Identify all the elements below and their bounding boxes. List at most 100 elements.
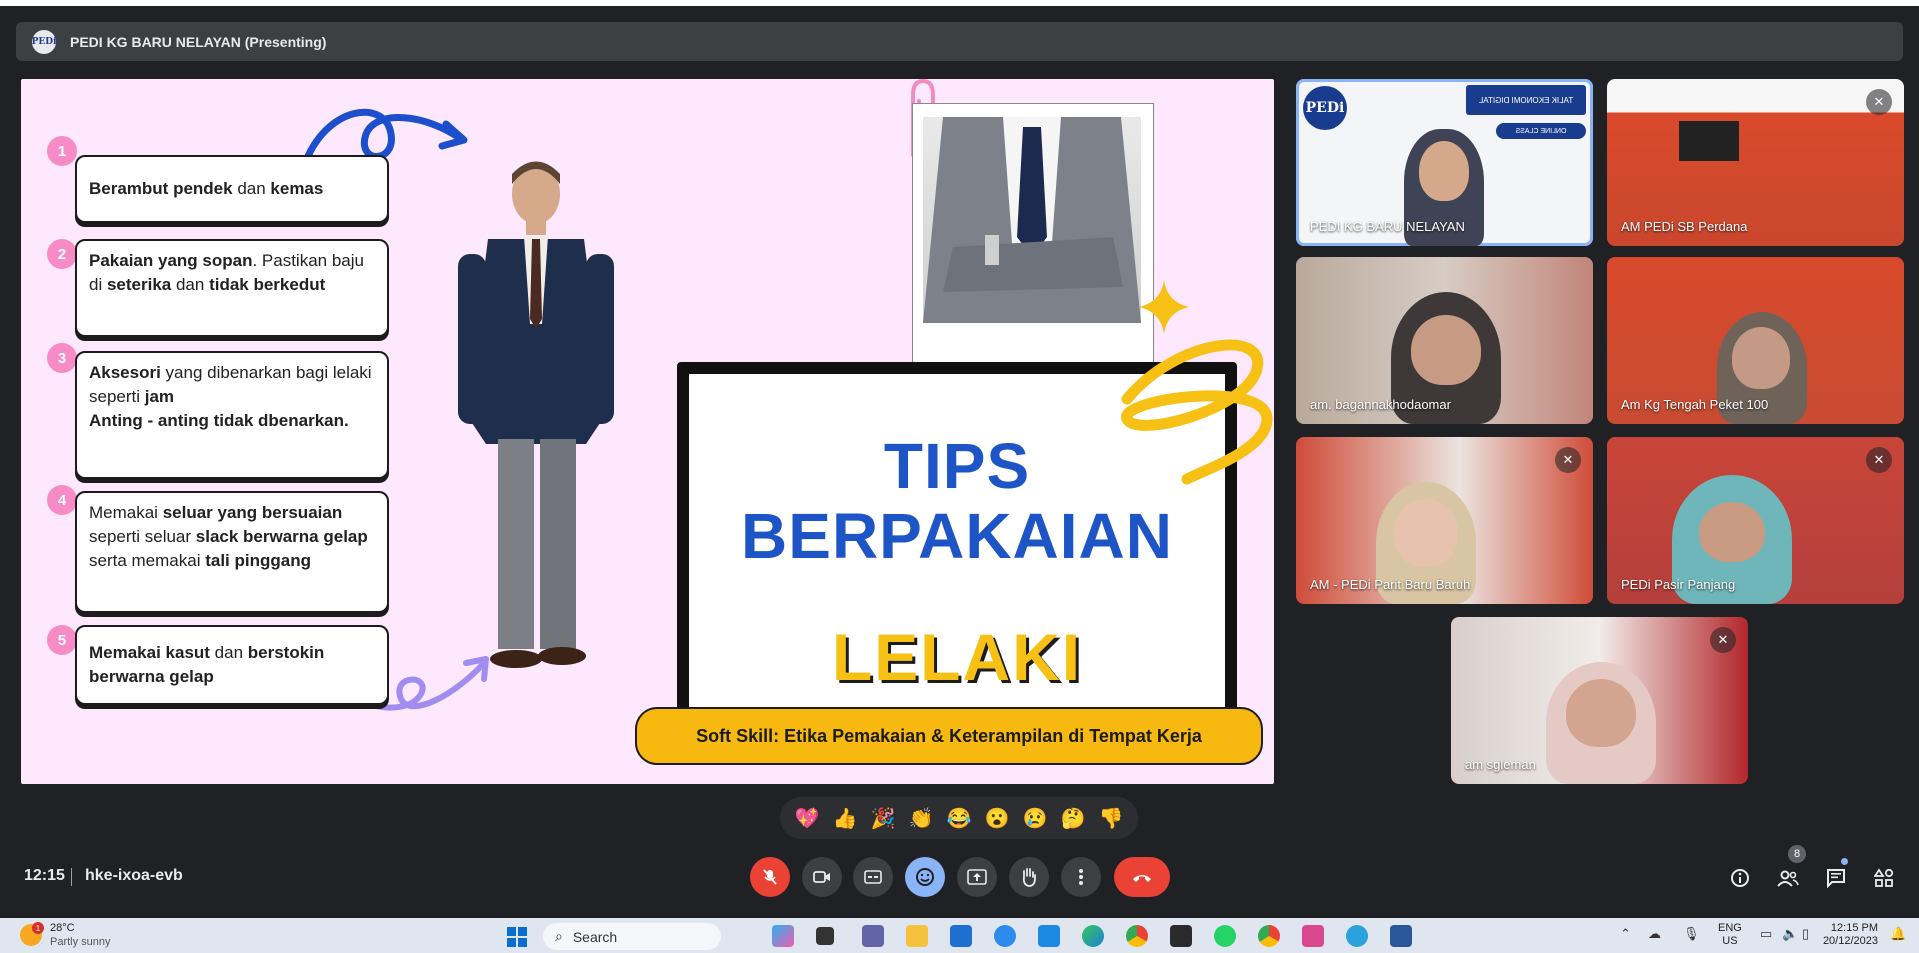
people-count-badge: 8 (1788, 845, 1806, 863)
participant-tile-7[interactable]: ✕ am sgleman (1451, 617, 1748, 784)
reaction-thinking[interactable]: 🤔 (1061, 806, 1086, 831)
raise-hand-button[interactable] (1009, 857, 1049, 897)
volume-icon[interactable]: 🔈 (1782, 926, 1798, 942)
participant-tile-3[interactable]: am. bagannakhodaomar (1296, 257, 1593, 424)
participant-name: am sgleman (1465, 757, 1536, 772)
reaction-thumbs-down[interactable]: 👎 (1099, 806, 1124, 831)
reaction-thumbs-up[interactable]: 👍 (833, 806, 858, 831)
word-icon[interactable] (1390, 925, 1412, 947)
file-explorer-icon[interactable] (906, 925, 928, 947)
divider (71, 868, 72, 886)
help-icon[interactable] (994, 925, 1016, 947)
chat-notification-dot (1841, 858, 1848, 865)
whatsapp-icon[interactable] (1214, 925, 1236, 947)
search-label: Search (572, 928, 618, 945)
sparkle-icon (1139, 280, 1189, 334)
soft-skill-banner: Soft Skill: Etika Pemakaian & Keterampil… (635, 707, 1263, 765)
captions-button[interactable] (853, 857, 893, 897)
reactions-button[interactable] (905, 857, 945, 897)
snipping-tool-icon[interactable] (1302, 925, 1324, 947)
chrome-icon[interactable] (1126, 925, 1148, 947)
participant-face (1566, 679, 1636, 747)
present-icon (967, 869, 987, 885)
chat-button[interactable] (1823, 865, 1849, 891)
more-vertical-icon (1079, 869, 1083, 885)
reaction-party[interactable]: 🎉 (871, 806, 896, 831)
chevron-up-icon[interactable]: ⌃ (1620, 926, 1631, 942)
present-screen-button[interactable] (957, 857, 997, 897)
tip-5: Memakai kasut dan berstokin berwarna gel… (75, 625, 389, 705)
title-line-2: BERPAKAIAN (741, 500, 1173, 572)
presenter-logo: PEDi (32, 29, 56, 54)
tip-number-3: 3 (47, 343, 77, 373)
presenter-banner: TALIK EKONOMI DIGITAL (1466, 85, 1586, 115)
reaction-laugh[interactable]: 😂 (947, 806, 972, 831)
tip-number-1: 1 (47, 136, 77, 166)
onedrive-icon[interactable]: ☁ (1648, 926, 1661, 942)
info-icon (1731, 869, 1749, 887)
taskbar-search[interactable]: ⌕ Search (543, 923, 721, 950)
sticky-notes-icon[interactable] (1170, 925, 1192, 947)
reaction-sad[interactable]: 😢 (1023, 806, 1048, 831)
meeting-info-button[interactable] (1727, 865, 1753, 891)
notification-bell-icon[interactable]: 🔔 (1890, 926, 1906, 942)
activities-icon (1874, 868, 1894, 887)
mysejahtera-icon[interactable] (1038, 925, 1060, 947)
mic-icon[interactable]: 🎙 (1683, 926, 1700, 942)
task-view-icon[interactable] (816, 927, 834, 945)
captions-icon (864, 870, 882, 884)
system-clock[interactable]: 12:15 PM 20/12/2023 (1818, 922, 1878, 948)
more-options-button[interactable] (1061, 857, 1101, 897)
man-in-suit-image (458, 161, 614, 668)
participant-name: Am Kg Tengah Peket 100 (1621, 397, 1769, 412)
title-line-3: LELAKI (831, 620, 1083, 694)
shared-slide: 1 Berambut pendek dan kemas 2 Pakaian ya… (21, 79, 1274, 784)
leave-call-button[interactable] (1114, 857, 1170, 897)
weather-temp: 28°C (50, 922, 75, 934)
participant-tile-6[interactable]: ✕ PEDi Pasir Panjang (1607, 437, 1904, 604)
participant-tile-2[interactable]: ✕ AM PEDi SB Perdana (1607, 79, 1904, 246)
camera-icon (813, 871, 830, 883)
participant-face (1394, 499, 1458, 567)
participant-name: PEDi Pasir Panjang (1621, 577, 1736, 592)
meeting-code[interactable]: hke-ixoa-evb (85, 867, 183, 885)
participant-tile-5[interactable]: ✕ AM - PEDi Parit Baru Baruh (1296, 437, 1593, 604)
hang-up-icon (1133, 875, 1151, 882)
copilot-icon[interactable] (772, 925, 794, 947)
edge-icon[interactable] (1082, 925, 1104, 947)
mic-off-icon (763, 869, 777, 885)
meeting-time: 12:15 (24, 867, 65, 884)
reaction-heart[interactable]: 💖 (795, 806, 820, 831)
mic-off-icon: ✕ (1866, 89, 1892, 115)
participant-tile-4[interactable]: Am Kg Tengah Peket 100 (1607, 257, 1904, 424)
presenter-name: PEDI KG BARU NELAYAN (Presenting) (70, 33, 327, 50)
tip-1: Berambut pendek dan kemas (75, 155, 389, 223)
pedi-logo: PEDi (1303, 86, 1347, 130)
tv-screen (1679, 121, 1739, 161)
reaction-clap[interactable]: 👏 (909, 806, 934, 831)
teams-icon[interactable] (862, 925, 884, 947)
participant-tile-1[interactable]: PEDi TALIK EKONOMI DIGITAL ONLINE CLASS … (1296, 79, 1593, 246)
weather-badge: 1 (32, 922, 44, 934)
hand-icon (1022, 868, 1036, 887)
telegram-icon[interactable] (1346, 925, 1368, 947)
language-indicator[interactable]: ENG US (1718, 922, 1742, 948)
participant-name: AM - PEDi Parit Baru Baruh (1310, 577, 1471, 592)
activities-button[interactable] (1871, 865, 1897, 891)
tip-3: Aksesori yang dibenarkan bagi lelaki sep… (75, 351, 389, 479)
tip-number-5: 5 (47, 625, 77, 655)
reaction-bar: 💖 👍 🎉 👏 😂 😮 😢 🤔 👎 (780, 797, 1138, 839)
mic-toggle-button[interactable] (750, 857, 790, 897)
network-icon[interactable]: ▭ (1760, 926, 1772, 942)
clock-date: 20/12/2023 (1822, 935, 1878, 947)
people-button[interactable] (1775, 865, 1801, 891)
participant-face (1419, 141, 1469, 201)
chrome-profile-icon[interactable] (1258, 925, 1280, 947)
start-icon[interactable] (507, 927, 527, 947)
battery-icon[interactable]: ▯ (1802, 926, 1809, 942)
weather-condition: Partly sunny (50, 936, 111, 948)
search-icon: ⌕ (555, 928, 563, 944)
camera-toggle-button[interactable] (802, 857, 842, 897)
store-icon[interactable] (950, 925, 972, 947)
reaction-surprised[interactable]: 😮 (985, 806, 1010, 831)
